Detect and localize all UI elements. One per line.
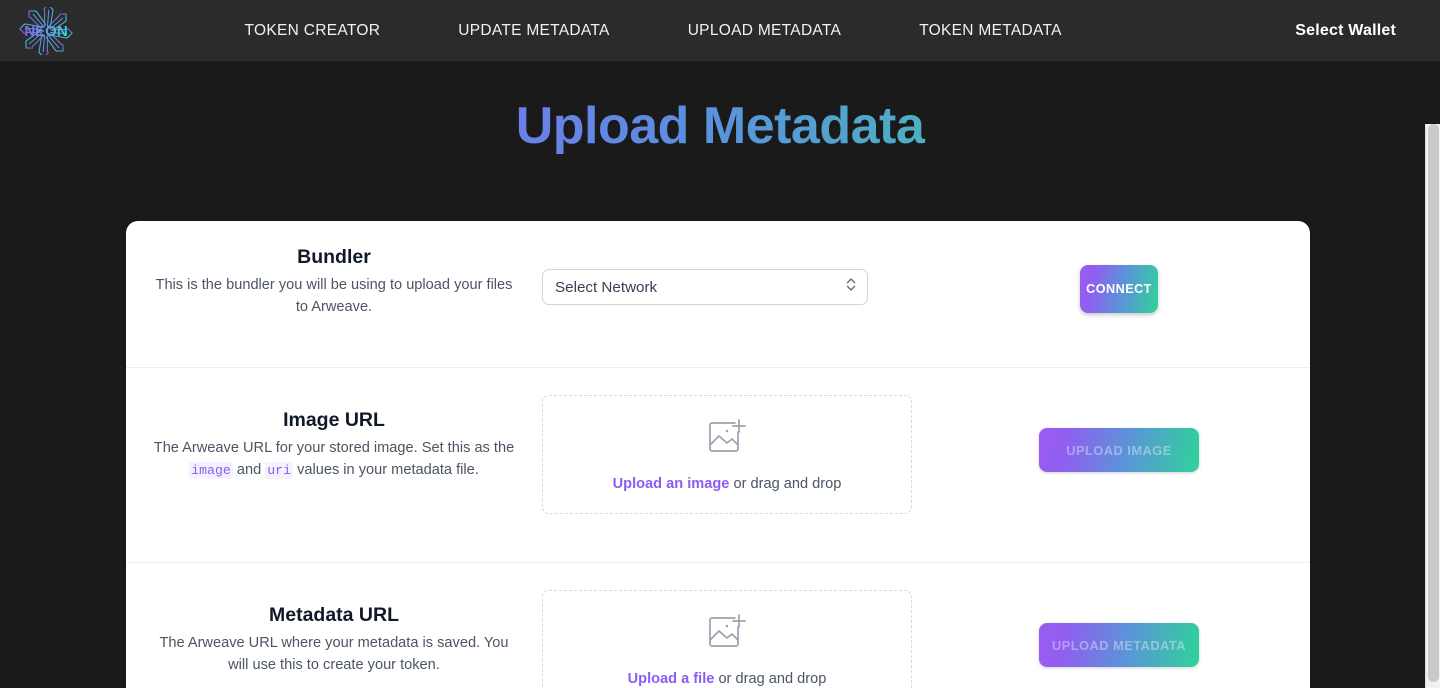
image-dropzone-rest: or drag and drop bbox=[729, 475, 842, 492]
nav-upload-metadata[interactable]: UPLOAD METADATA bbox=[688, 16, 842, 46]
nav-token-metadata[interactable]: TOKEN METADATA bbox=[919, 16, 1062, 46]
select-wallet-button[interactable]: Select Wallet bbox=[1285, 14, 1406, 48]
image-url-desc-part1: The Arweave URL for your stored image. S… bbox=[153, 440, 515, 457]
primary-nav: TOKEN CREATOR UPDATE METADATA UPLOAD MET… bbox=[80, 16, 1285, 46]
image-url-desc-part3: values in your metadata file. bbox=[293, 462, 479, 479]
bundler-title: Bundler bbox=[297, 246, 371, 268]
metadata-dropzone[interactable]: Upload a file or drag and drop bbox=[542, 590, 912, 688]
metadata-dropzone-rest: or drag and drop bbox=[714, 670, 827, 687]
bundler-description-block: Bundler This is the bundler you will be … bbox=[126, 221, 542, 319]
upload-image-button[interactable]: UPLOAD IMAGE bbox=[1039, 428, 1199, 472]
image-url-desc-part2: and bbox=[232, 462, 266, 479]
image-url-description-block: Image URL The Arweave URL for your store… bbox=[126, 368, 542, 482]
metadata-url-subtitle: The Arweave URL where your metadata is s… bbox=[159, 635, 509, 674]
neon-logo[interactable]: NEON bbox=[12, 6, 80, 56]
metadata-dropzone-text: Upload a file or drag and drop bbox=[628, 670, 827, 687]
nav-token-creator[interactable]: TOKEN CREATOR bbox=[245, 16, 381, 46]
image-url-row: Image URL The Arweave URL for your store… bbox=[126, 368, 1310, 563]
image-code-token: image bbox=[189, 462, 233, 480]
uri-code-token: uri bbox=[265, 462, 294, 480]
image-url-title: Image URL bbox=[283, 409, 385, 431]
metadata-url-title: Metadata URL bbox=[268, 604, 400, 626]
image-url-subtitle: The Arweave URL for your stored image. S… bbox=[150, 438, 518, 482]
image-plus-icon bbox=[705, 613, 749, 658]
image-dropzone-link[interactable]: Upload an image bbox=[613, 476, 730, 492]
metadata-url-action-block: UPLOAD METADATA bbox=[950, 563, 1310, 667]
connect-button[interactable]: CONNECT bbox=[1080, 265, 1158, 313]
page-body: Upload Metadata Bundler This is the bund… bbox=[0, 62, 1440, 688]
top-navbar: NEON TOKEN CREATOR UPDATE METADATA UPLOA… bbox=[0, 0, 1440, 62]
metadata-url-description-block: Metadata URL The Arweave URL where your … bbox=[126, 563, 542, 677]
network-select[interactable]: Select Network bbox=[542, 269, 868, 305]
image-plus-icon bbox=[705, 418, 749, 463]
image-dropzone-text: Upload an image or drag and drop bbox=[613, 475, 842, 492]
bundler-row: Bundler This is the bundler you will be … bbox=[126, 221, 1310, 368]
neon-logo-icon: NEON bbox=[19, 6, 73, 55]
upload-metadata-card: Bundler This is the bundler you will be … bbox=[126, 221, 1310, 688]
metadata-url-control-block: Upload a file or drag and drop bbox=[542, 563, 950, 688]
image-url-control-block: Upload an image or drag and drop bbox=[542, 368, 950, 514]
page-title: Upload Metadata bbox=[0, 96, 1440, 156]
bundler-control-block: Select Network bbox=[542, 221, 950, 305]
image-dropzone[interactable]: Upload an image or drag and drop bbox=[542, 395, 912, 514]
page-scrollbar[interactable] bbox=[1425, 124, 1440, 688]
metadata-url-row: Metadata URL The Arweave URL where your … bbox=[126, 563, 1310, 688]
page-scrollbar-thumb[interactable] bbox=[1428, 124, 1439, 682]
nav-update-metadata[interactable]: UPDATE METADATA bbox=[458, 16, 609, 46]
metadata-dropzone-link[interactable]: Upload a file bbox=[628, 671, 715, 687]
bundler-subtitle: This is the bundler you will be using to… bbox=[155, 277, 513, 316]
upload-metadata-button[interactable]: UPLOAD METADATA bbox=[1039, 623, 1199, 667]
network-select-wrapper: Select Network bbox=[542, 269, 868, 305]
bundler-action-block: CONNECT bbox=[950, 221, 1310, 313]
image-url-action-block: UPLOAD IMAGE bbox=[950, 368, 1310, 472]
neon-logo-text: NEON bbox=[24, 23, 67, 40]
